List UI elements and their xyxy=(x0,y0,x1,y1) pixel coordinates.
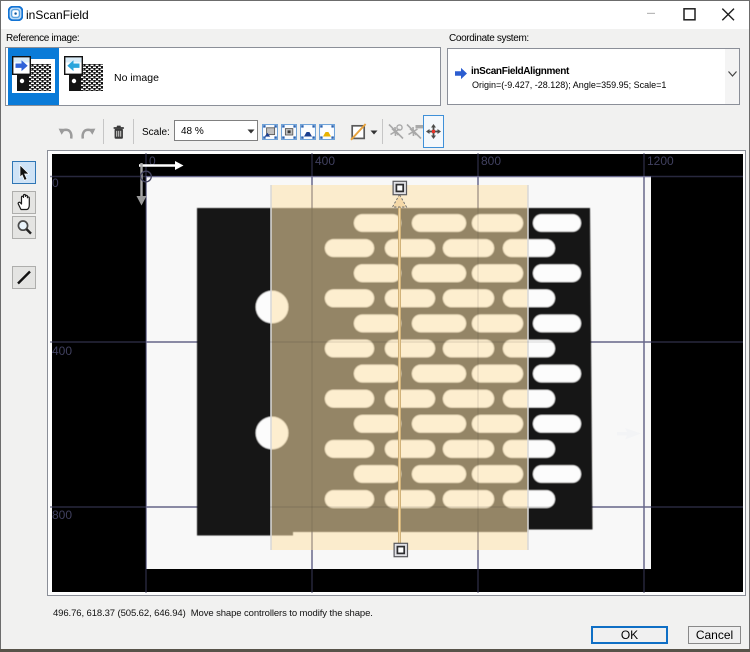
svg-text:400: 400 xyxy=(315,154,335,168)
svg-text:1200: 1200 xyxy=(647,154,674,168)
svg-text:800: 800 xyxy=(52,508,72,522)
svg-text:800: 800 xyxy=(481,154,501,168)
svg-text:0: 0 xyxy=(52,176,59,190)
svg-text:400: 400 xyxy=(52,344,72,358)
